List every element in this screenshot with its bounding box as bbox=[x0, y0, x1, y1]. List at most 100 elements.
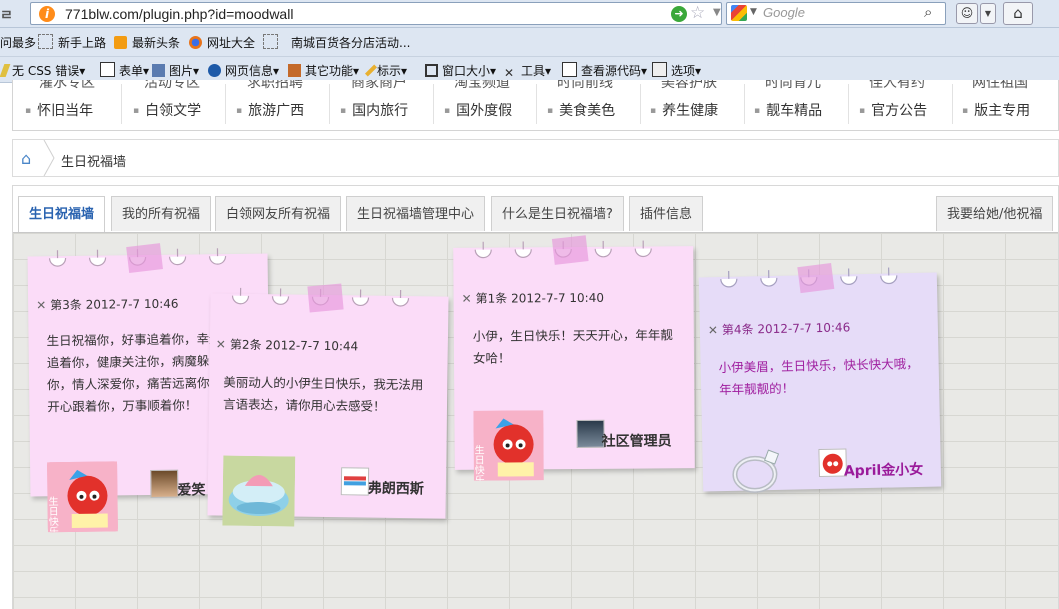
addon-dropdown-icon[interactable]: ▼ bbox=[980, 3, 996, 24]
note-message: 小伊美眉，生日快乐，快长快大哦，年年靓靓的！ bbox=[718, 355, 919, 398]
tab-give-wish[interactable]: 我要给她/他祝福 bbox=[936, 196, 1054, 231]
url-history-dropdown-icon[interactable]: ▼ bbox=[713, 7, 721, 18]
nav-item-health[interactable]: ▪ 养生健康 bbox=[650, 100, 718, 120]
diamond-ring-art bbox=[732, 449, 780, 493]
resize-icon bbox=[425, 64, 438, 77]
breadcrumb-chevron-icon bbox=[43, 140, 55, 176]
bookmark-nancheng-store[interactable]: 南城百货各分店活动... bbox=[263, 34, 410, 51]
back-icon[interactable]: ㄹ bbox=[0, 5, 13, 25]
nav-cut-item[interactable]: 美容护肤 bbox=[661, 80, 717, 92]
nav-item-food[interactable]: ▪ 美食美色 bbox=[547, 100, 615, 120]
bookmark-getting-started[interactable]: 新手上路 bbox=[38, 34, 106, 51]
nav-cut-item[interactable]: 求职招聘 bbox=[247, 80, 303, 92]
note-username[interactable]: 社区管理员 bbox=[602, 430, 672, 450]
nav-item-cars[interactable]: ▪ 靓车精品 bbox=[754, 100, 822, 120]
note-message: 美丽动人的小伊生日快乐，我无法用言语表达，请你用心去感受！ bbox=[222, 374, 424, 414]
home-icon[interactable]: ⌂ bbox=[1003, 2, 1033, 25]
delete-note-icon[interactable]: ✕ bbox=[462, 292, 472, 306]
nav-cut-item[interactable]: 灌水专区 bbox=[39, 80, 95, 92]
search-placeholder[interactable]: Google bbox=[763, 5, 805, 20]
url-text[interactable]: 771blw.com/plugin.php?id=moodwall bbox=[65, 6, 293, 22]
nav-item-abroad[interactable]: ▪ 国外度假 bbox=[444, 100, 512, 120]
bookmark-most-visited[interactable]: 问最多 bbox=[0, 34, 36, 51]
home-icon[interactable]: ⌂ bbox=[21, 149, 31, 168]
addon-smiley-icon[interactable]: ☺ bbox=[956, 3, 978, 24]
nav-divider bbox=[744, 84, 745, 124]
fox-mini-avatar-art bbox=[822, 453, 843, 474]
user-avatar[interactable] bbox=[340, 467, 370, 496]
cake-gift-icon bbox=[222, 455, 296, 527]
tab-bar: 生日祝福墙 我的所有祝福 白领网友所有祝福 生日祝福墙管理中心 什么是生日祝福墙… bbox=[13, 186, 1058, 233]
fox-avatar-art: 生日快乐 bbox=[46, 461, 118, 536]
tb-no-css-errors[interactable]: 无 CSS 错误▾ bbox=[0, 62, 85, 79]
tb-resize[interactable]: 窗口大小▾ bbox=[425, 62, 496, 79]
note-message: 生日祝福你，好事追着你，幸运追着你，健康关注你，病魔躲着你，情人深爱你，痛苦远离… bbox=[46, 331, 223, 415]
nav-item-domestic-travel[interactable]: ▪ 国内旅行 bbox=[340, 100, 408, 120]
tape-strip bbox=[307, 283, 344, 313]
source-icon bbox=[562, 62, 577, 77]
nav-item-guangxi-travel[interactable]: ▪ 旅游广西 bbox=[236, 100, 304, 120]
nav-cut-item[interactable]: 淘宝频道 bbox=[454, 80, 510, 92]
user-avatar[interactable] bbox=[576, 419, 605, 448]
tab-what-is[interactable]: 什么是生日祝福墙? bbox=[491, 196, 624, 231]
fox-avatar-art: 生日快乐 bbox=[472, 410, 544, 485]
go-arrow-icon[interactable]: ➜ bbox=[671, 6, 687, 22]
search-icon[interactable]: ⌕ bbox=[924, 3, 932, 21]
nav-divider bbox=[329, 84, 330, 124]
nav-item-moderators[interactable]: ▪ 版主专用 bbox=[962, 100, 1030, 120]
url-field[interactable]: i 771blw.com/plugin.php?id=moodwall ➜ ☆ … bbox=[30, 2, 742, 25]
tb-misc[interactable]: 其它功能▾ bbox=[288, 62, 359, 79]
birthday-fox-gift-icon: 生日快乐 bbox=[472, 410, 544, 485]
brick-wall: ✕ 第3条 2012-7-7 10:46 生日祝福你，好事追着你，幸运追着你，健康… bbox=[13, 233, 1058, 609]
note-username[interactable]: 爱笑 bbox=[177, 479, 205, 499]
nav-cut-item[interactable]: 网住祖国 bbox=[972, 80, 1028, 92]
tape-strip bbox=[126, 243, 163, 273]
nav-cut-item[interactable]: 时尚育儿 bbox=[765, 80, 821, 92]
tb-options[interactable]: 选项▾ bbox=[652, 62, 701, 79]
user-avatar[interactable] bbox=[150, 469, 179, 498]
bookmark-web-directory[interactable]: 网址大全 bbox=[189, 34, 255, 51]
image-icon bbox=[152, 64, 165, 77]
tab-birthday-wall[interactable]: 生日祝福墙 bbox=[18, 196, 106, 232]
breadcrumb: ⌂ 生日祝福墙 bbox=[12, 139, 1059, 177]
note-message: 小伊，生日快乐！天天开心，年年靓女哈！ bbox=[472, 327, 673, 366]
note-username[interactable]: April金小女 bbox=[844, 459, 924, 481]
bookmark-latest-headlines[interactable]: 最新头条 bbox=[114, 34, 180, 51]
engine-dropdown-icon[interactable]: ▼ bbox=[750, 7, 757, 17]
gift-caption: 生日快乐 bbox=[47, 495, 58, 532]
search-field[interactable]: ▼ Google ⌕ bbox=[726, 2, 946, 25]
options-icon bbox=[652, 62, 667, 77]
note-meta: ✕ 第2条 2012-7-7 10:44 bbox=[215, 337, 359, 354]
form-icon bbox=[100, 62, 115, 77]
breadcrumb-current[interactable]: 生日祝福墙 bbox=[61, 151, 126, 170]
note-username[interactable]: 弗朗西斯 bbox=[368, 478, 424, 499]
nav-item-literature[interactable]: ▪ 白领文学 bbox=[133, 100, 201, 120]
nav-cut-item[interactable]: 活动专区 bbox=[144, 80, 200, 92]
wish-note-4: ✕ 第4条 2012-7-7 10:46 小伊美眉，生日快乐，快长快大哦，年年靓靓… bbox=[698, 263, 942, 493]
tab-plugin-info[interactable]: 插件信息 bbox=[629, 196, 704, 231]
delete-note-icon[interactable]: ✕ bbox=[216, 337, 226, 351]
tab-all-wishes[interactable]: 白领网友所有祝福 bbox=[215, 196, 342, 231]
nav-item-nostalgia[interactable]: ▪ 怀旧当年 bbox=[25, 100, 93, 120]
delete-note-icon[interactable]: ✕ bbox=[708, 323, 718, 337]
nav-cut-item[interactable]: 商家商户 bbox=[351, 80, 407, 92]
tb-forms[interactable]: 表单▾ bbox=[100, 62, 149, 79]
nav-cut-item[interactable]: 佳人有约 bbox=[869, 80, 925, 92]
tb-page-info[interactable]: 网页信息▾ bbox=[208, 62, 279, 79]
tape-strip bbox=[797, 263, 835, 294]
delete-note-icon[interactable]: ✕ bbox=[36, 298, 46, 312]
tab-my-wishes[interactable]: 我的所有祝福 bbox=[111, 196, 212, 231]
tb-tools[interactable]: ✕ 工具▾ bbox=[504, 62, 551, 80]
nav-cut-item[interactable]: 时尚前线 bbox=[557, 80, 613, 92]
user-avatar[interactable] bbox=[818, 448, 847, 478]
tb-outline[interactable]: 标示▾ bbox=[364, 62, 407, 79]
tab-admin-center[interactable]: 生日祝福墙管理中心 bbox=[346, 196, 486, 231]
tools-icon: ✕ bbox=[504, 66, 515, 80]
bookmark-star-icon[interactable]: ☆ bbox=[690, 3, 705, 23]
nav-divider bbox=[848, 84, 849, 124]
google-engine-icon[interactable] bbox=[731, 5, 747, 21]
logo-avatar-art bbox=[343, 476, 367, 486]
nav-item-announcements[interactable]: ▪ 官方公告 bbox=[859, 100, 927, 120]
tb-images[interactable]: 图片▾ bbox=[152, 62, 199, 79]
tb-view-source[interactable]: 查看源代码▾ bbox=[562, 62, 647, 79]
